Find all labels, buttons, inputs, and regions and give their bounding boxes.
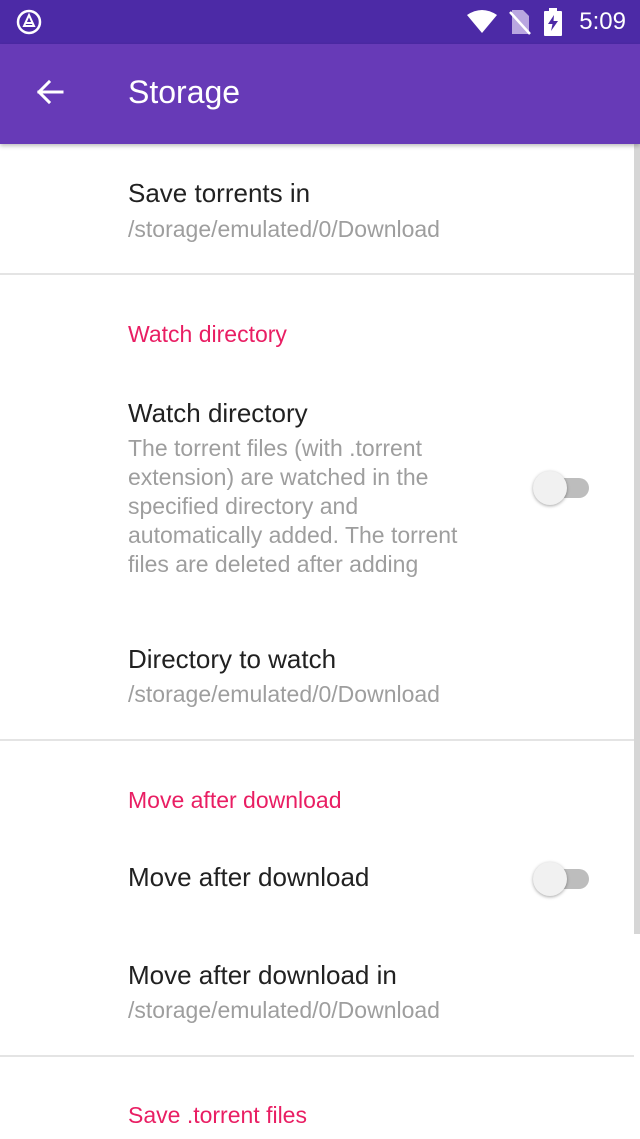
move-after-download-switch[interactable] <box>533 862 593 896</box>
screen: 5:09 Storage Save torrents in /storage/e… <box>0 0 640 1139</box>
pref-title: Move after download in <box>128 960 397 990</box>
pref-title: Watch directory <box>128 398 308 428</box>
status-icons: 5:09 <box>467 0 626 44</box>
app-notification-icon <box>16 9 42 35</box>
pref-summary-line: extension) are watched in the <box>128 464 429 490</box>
pref-summary: /storage/emulated/0/Download <box>128 681 440 707</box>
back-button[interactable] <box>22 70 78 118</box>
page-title: Storage <box>128 74 241 110</box>
pref-summary-line: automatically added. The torrent <box>128 522 458 548</box>
pref-directory-to-watch[interactable]: Directory to watch /storage/emulated/0/D… <box>0 608 634 738</box>
pref-summary: /storage/emulated/0/Download <box>128 997 440 1023</box>
status-bar: 5:09 <box>0 0 640 44</box>
switch-thumb <box>533 471 567 505</box>
pref-summary-line: specified directory and <box>128 493 359 519</box>
pref-summary-line: files are deleted after adding <box>128 551 419 577</box>
pref-title: Move after download <box>128 862 370 892</box>
pref-move-after-download-in[interactable]: Move after download in /storage/emulated… <box>0 926 634 1054</box>
battery-charging-icon <box>543 8 563 36</box>
pref-move-after-download[interactable]: Move after download <box>0 838 634 920</box>
arrow-back-icon <box>35 77 65 112</box>
pref-title: Directory to watch <box>128 644 337 674</box>
category-watch-directory: Watch directory <box>128 321 287 347</box>
pref-summary-line: The torrent files (with .torrent <box>128 435 422 461</box>
no-sim-icon <box>509 9 532 35</box>
status-time: 5:09 <box>579 8 626 35</box>
category-move-after-download: Move after download <box>128 787 342 813</box>
divider <box>0 1055 634 1057</box>
category-save-torrent-files: Save .torrent files <box>128 1102 307 1128</box>
app-bar: Storage <box>0 44 640 144</box>
pref-summary: /storage/emulated/0/Download <box>128 216 440 242</box>
pref-watch-directory[interactable]: Watch directory The torrent files (with … <box>0 380 634 598</box>
divider <box>0 739 634 741</box>
switch-thumb <box>533 862 567 896</box>
pref-title: Save torrents in <box>128 178 311 208</box>
scrollbar[interactable] <box>634 144 640 934</box>
settings-list[interactable]: Save torrents in /storage/emulated/0/Dow… <box>0 144 640 1139</box>
watch-directory-switch[interactable] <box>533 471 593 505</box>
divider <box>0 273 634 275</box>
wifi-icon <box>467 10 498 34</box>
pref-save-torrents-in[interactable]: Save torrents in /storage/emulated/0/Dow… <box>0 144 634 273</box>
